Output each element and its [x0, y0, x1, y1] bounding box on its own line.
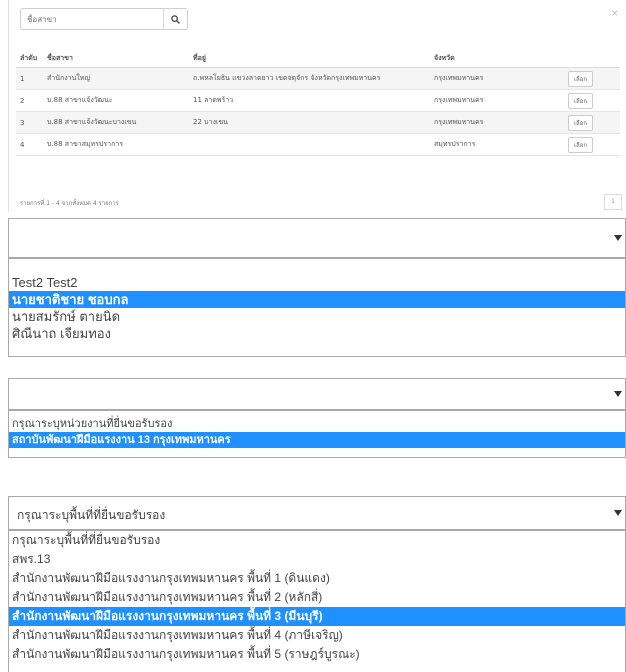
row-number: 2: [16, 89, 43, 112]
agency-option[interactable]: กรุณาระบุหน่วยงานที่ยื่นขอรับรอง: [9, 416, 625, 432]
branch-address: 22 บางเขน: [189, 111, 430, 134]
branch-name: บ.88 สาขาแจ้งวัฒนะบางเขน: [43, 111, 189, 134]
table-row: 1 สำนักงานใหญ่ ถ.พหลโยธิน แขวงลาดยาว เขต…: [16, 67, 620, 90]
area-select-value: กรุณาระบุพื้นที่ที่ยื่นขอรับรอง: [17, 508, 166, 522]
branch-province: กรุงเทพมหานคร: [430, 111, 564, 134]
branch-search-box: [20, 8, 188, 30]
table-row: 4 บ.88 สาขาสมุทรปราการ สมุทรปราการ เลือก: [16, 133, 620, 156]
branch-address: 11 ลาดพร้าว: [189, 89, 430, 112]
area-option[interactable]: สำนักงานพัฒนาฝีมือแรงงานกรุงเทพมหานคร พื…: [9, 569, 625, 588]
branch-table: ลำดับ ชื่อสาขา ที่อยู่ จังหวัด 1 สำนักงา…: [16, 49, 620, 156]
search-button[interactable]: [163, 9, 187, 29]
person-option[interactable]: นายสมรักษ์ ตายนิด: [9, 308, 625, 325]
area-option[interactable]: สำนักงานพัฒนาฝีมือแรงงานกรุงเทพมหานคร พื…: [9, 645, 625, 664]
table-header-row: ลำดับ ชื่อสาขา ที่อยู่ จังหวัด: [16, 49, 620, 68]
branch-lookup-panel: × ลำดับ ชื่อสาขา ที่อยู่ จังหวัด 1 สำนัก…: [0, 0, 626, 214]
table-row: 3 บ.88 สาขาแจ้งวัฒนะบางเขน 22 บางเขน กรุ…: [16, 111, 620, 134]
area-option-list: กรุณาระบุพื้นที่ที่ยื่นขอรับรอง สพร.13 ส…: [8, 530, 626, 672]
area-option-highlighted[interactable]: สำนักงานพัฒนาฝีมือแรงงานกรุงเทพมหานคร พื…: [9, 607, 625, 626]
select-branch-button[interactable]: เลือก: [568, 114, 593, 131]
person-option-highlighted[interactable]: นายชาติชาย ชอบกล: [9, 291, 625, 308]
branch-address: ถ.พหลโยธิน แขวงลาดยาว เขตจตุจักร จังหวัด…: [189, 67, 430, 90]
person-option[interactable]: Test2 Test2: [9, 274, 625, 291]
row-number: 3: [16, 111, 43, 134]
panel-divider: [8, 0, 9, 212]
person-option[interactable]: ศิณีนาถ เจียมทอง: [9, 325, 625, 342]
branch-province: กรุงเทพมหานคร: [430, 67, 564, 90]
branch-province: กรุงเทพมหานคร: [430, 89, 564, 112]
chevron-down-icon: [614, 391, 622, 397]
agency-select[interactable]: [8, 378, 626, 410]
area-option[interactable]: สำนักงานพัฒนาฝีมือแรงงานกรุงเทพมหานคร พื…: [9, 588, 625, 607]
branch-address: [189, 133, 430, 156]
area-option[interactable]: สำนักงานพัฒนาฝีมือแรงงานกรุงเทพมหานคร พื…: [9, 626, 625, 645]
agency-option-highlighted[interactable]: สถาบันพัฒนาฝีมือแรงงาน 13 กรุงเทพมหานคร: [9, 432, 625, 448]
column-header-address[interactable]: ที่อยู่: [189, 49, 430, 68]
column-header-no[interactable]: ลำดับ: [16, 49, 43, 68]
pagination-button[interactable]: 1: [604, 194, 622, 210]
select-branch-button[interactable]: เลือก: [568, 136, 593, 153]
branch-name: บ.88 สาขาแจ้งวัฒนะ: [43, 89, 189, 112]
table-summary: รายการที่ 1 - 4 จากทั้งหมด 4 รายการ: [20, 200, 119, 207]
area-option[interactable]: สพร.13: [9, 550, 625, 569]
branch-province: สมุทรปราการ: [430, 133, 564, 156]
chevron-down-icon: [614, 510, 622, 516]
person-option-list: Test2 Test2 นายชาติชาย ชอบกล นายสมรักษ์ …: [8, 258, 626, 357]
select-branch-button[interactable]: เลือก: [568, 70, 593, 87]
select-branch-button[interactable]: เลือก: [568, 92, 593, 109]
column-header-province[interactable]: จังหวัด: [430, 49, 564, 68]
search-icon: [171, 14, 180, 24]
column-header-branch-name[interactable]: ชื่อสาขา: [43, 49, 189, 68]
row-number: 1: [16, 67, 43, 90]
area-select[interactable]: กรุณาระบุพื้นที่ที่ยื่นขอรับรอง: [8, 496, 626, 530]
branch-name: บ.88 สาขาสมุทรปราการ: [43, 133, 189, 156]
column-header-action: [564, 49, 620, 68]
branch-search-input[interactable]: [21, 9, 164, 29]
row-number: 4: [16, 133, 43, 156]
person-select[interactable]: [8, 218, 626, 258]
table-row: 2 บ.88 สาขาแจ้งวัฒนะ 11 ลาดพร้าว กรุงเทพ…: [16, 89, 620, 112]
close-icon[interactable]: ×: [611, 9, 619, 19]
chevron-down-icon: [614, 235, 622, 241]
agency-option-list: กรุณาระบุหน่วยงานที่ยื่นขอรับรอง สถาบันพ…: [8, 410, 626, 458]
area-option[interactable]: กรุณาระบุพื้นที่ที่ยื่นขอรับรอง: [9, 531, 625, 550]
branch-name: สำนักงานใหญ่: [43, 67, 189, 90]
